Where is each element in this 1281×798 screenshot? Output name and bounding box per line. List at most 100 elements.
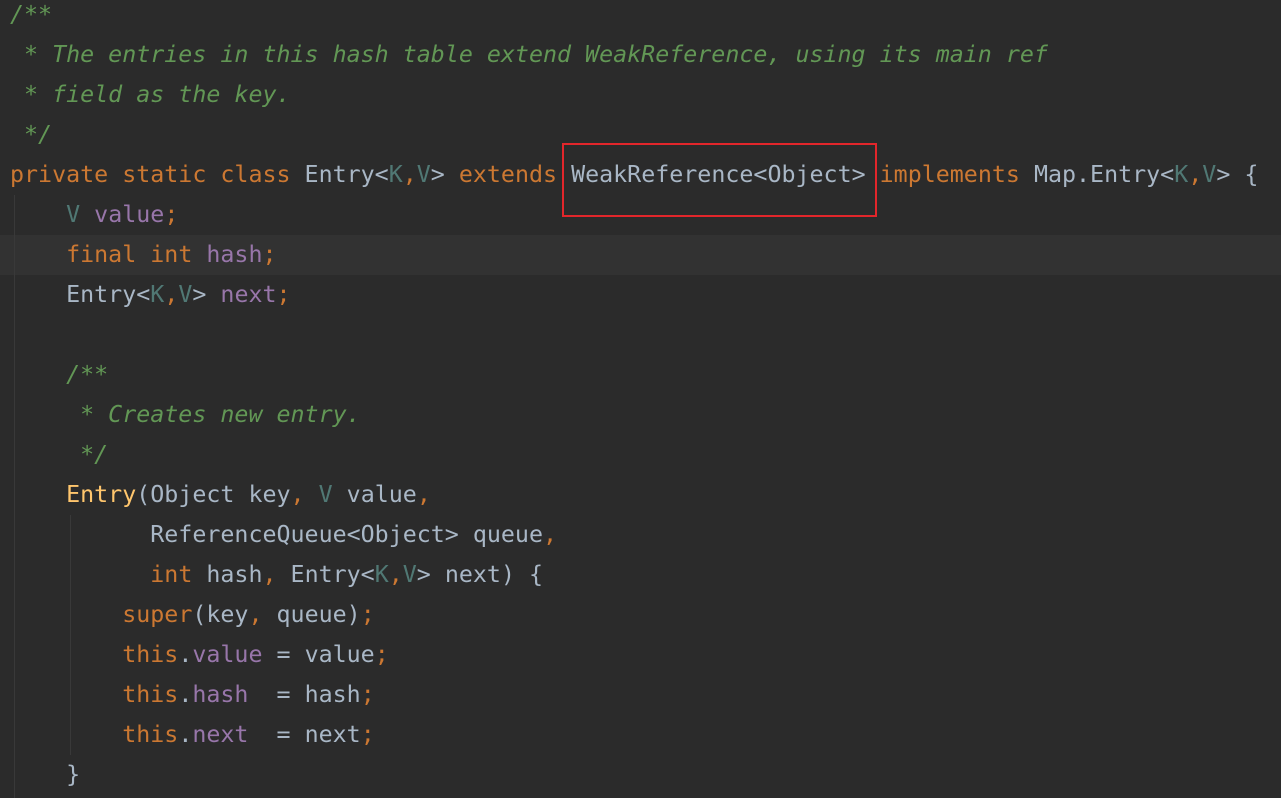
code-token: K [374, 561, 389, 588]
code-line[interactable]: final int hash; [0, 235, 1281, 275]
code-token: (key [192, 601, 249, 628]
code-token: Entry [66, 481, 137, 508]
code-token: K [150, 281, 165, 308]
code-token: K [388, 161, 403, 188]
code-token: value [192, 641, 263, 668]
code-token: this [122, 721, 179, 748]
code-line[interactable]: this.hash = hash; [0, 675, 1281, 715]
code-token: * field as the key. [10, 81, 291, 108]
code-token: Entry< [66, 281, 151, 308]
code-line[interactable]: ReferenceQueue<Object> queue, [0, 515, 1281, 555]
code-line[interactable]: this.value = value; [0, 635, 1281, 675]
code-line[interactable]: } [0, 755, 1281, 795]
code-token: V [1202, 161, 1217, 188]
code-token: * The entries in this hash table extend … [10, 41, 1048, 68]
code-line[interactable]: this.next = next; [0, 715, 1281, 755]
code-token: = next [248, 721, 361, 748]
code-editor[interactable]: /** * The entries in this hash table ext… [0, 0, 1281, 798]
code-token: /** [10, 361, 109, 388]
code-token: , [416, 481, 431, 508]
code-token: this [122, 681, 179, 708]
code-token: ; [164, 201, 179, 228]
code-token: WeakReference<Object> [571, 161, 880, 188]
code-token: hash [206, 561, 263, 588]
code-token: V [402, 561, 417, 588]
code-token: = value [262, 641, 375, 668]
code-line[interactable]: * Creates new entry. [0, 395, 1281, 435]
code-token: Entry< [304, 161, 389, 188]
code-token: hash [206, 241, 263, 268]
code-token: Map.Entry< [1033, 161, 1175, 188]
code-token: private static class [10, 161, 305, 188]
code-token: ; [262, 241, 277, 268]
code-token: . [178, 721, 193, 748]
code-token: V [318, 481, 347, 508]
code-line[interactable]: Entry(Object key, V value, [0, 475, 1281, 515]
code-token: extends [458, 161, 572, 188]
code-token: , [262, 561, 291, 588]
indent-guide [14, 195, 15, 798]
code-token: ; [374, 641, 389, 668]
code-token: hash [192, 681, 249, 708]
code-token: , [290, 481, 319, 508]
code-line[interactable]: int hash, Entry<K,V> next) { [0, 555, 1281, 595]
code-line[interactable]: private static class Entry<K,V> extends … [0, 155, 1281, 195]
code-token: > next) { [416, 561, 544, 588]
code-token: (Object key [136, 481, 291, 508]
code-token: > { [1216, 161, 1259, 188]
code-token: = hash [248, 681, 361, 708]
code-token: , [248, 601, 277, 628]
code-token: this [122, 641, 179, 668]
code-line[interactable]: super(key, queue); [0, 595, 1281, 635]
code-token: , [388, 561, 403, 588]
code-token: > [430, 161, 459, 188]
code-token: , [1188, 161, 1203, 188]
code-token: , [543, 521, 558, 548]
code-token: ; [360, 601, 375, 628]
code-token: K [1174, 161, 1189, 188]
indent-guide [70, 515, 71, 755]
code-token: int [150, 561, 207, 588]
code-line[interactable] [0, 315, 1281, 355]
code-token: , [402, 161, 417, 188]
code-line[interactable]: Entry<K,V> next; [0, 275, 1281, 315]
code-token: } [10, 761, 81, 788]
code-token: > [192, 281, 221, 308]
code-token: ; [360, 681, 375, 708]
code-token: */ [10, 121, 53, 148]
code-token: value [346, 481, 417, 508]
code-token: implements [879, 161, 1034, 188]
code-token: /** [10, 1, 53, 28]
code-token: ReferenceQueue<Object> queue [10, 521, 543, 548]
code-line[interactable]: /** [0, 0, 1281, 35]
code-token: next [192, 721, 249, 748]
code-token: ; [276, 281, 291, 308]
code-line[interactable]: V value; [0, 195, 1281, 235]
code-token: next [220, 281, 277, 308]
code-line[interactable]: * field as the key. [0, 75, 1281, 115]
code-token: final int [66, 241, 207, 268]
code-line[interactable]: /** [0, 355, 1281, 395]
code-token: V [66, 201, 95, 228]
code-token: * Creates new entry. [10, 401, 361, 428]
code-line[interactable]: */ [0, 435, 1281, 475]
code-token: Entry< [290, 561, 375, 588]
code-token: V [416, 161, 431, 188]
code-line[interactable]: */ [0, 115, 1281, 155]
code-token: ; [360, 721, 375, 748]
code-token: . [178, 681, 193, 708]
code-token: V [178, 281, 193, 308]
code-token: , [164, 281, 179, 308]
code-line[interactable]: * The entries in this hash table extend … [0, 35, 1281, 75]
code-token: */ [10, 441, 109, 468]
code-token: queue) [276, 601, 361, 628]
